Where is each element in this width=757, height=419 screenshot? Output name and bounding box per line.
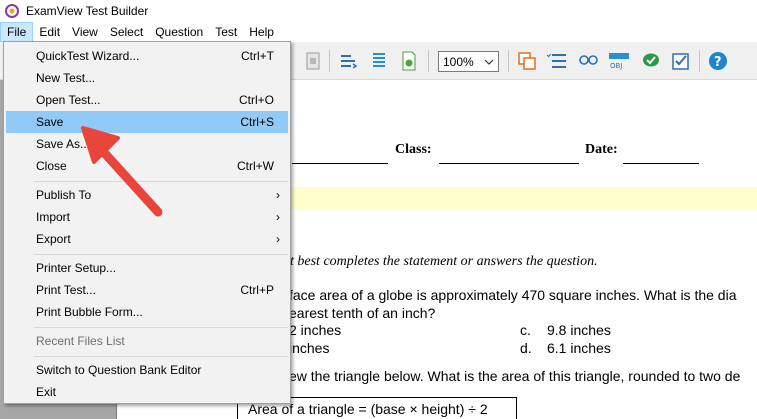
class-blank (439, 150, 579, 164)
menu-item-exit[interactable]: Exit (6, 381, 288, 403)
help-icon[interactable]: ? (707, 50, 729, 72)
file-menu-dropdown: QuickTest Wizard... Ctrl+T New Test... O… (3, 41, 291, 404)
menu-view[interactable]: View (66, 22, 104, 42)
menu-item-save-as[interactable]: Save As... (6, 133, 288, 155)
check-test-icon[interactable] (670, 50, 692, 72)
window-title: ExamView Test Builder (26, 4, 149, 18)
answer-d-text: 6.1 inches (547, 340, 611, 356)
menu-item-print-bubble-form[interactable]: Print Bubble Form... (6, 301, 288, 323)
menu-bar: File Edit View Select Question Test Help (0, 22, 757, 42)
feedback-icon[interactable] (640, 50, 662, 72)
submenu-arrow-icon: › (276, 188, 280, 202)
answer-d-letter: d. (520, 340, 532, 356)
menu-item-quicktest-wizard[interactable]: QuickTest Wizard... Ctrl+T (6, 45, 288, 67)
renumber-icon[interactable] (338, 50, 360, 72)
menu-separator (34, 254, 288, 255)
menu-separator (34, 356, 288, 357)
list-view-icon[interactable] (368, 50, 390, 72)
menu-item-export[interactable]: Export › (6, 228, 288, 250)
submenu-arrow-icon: › (276, 210, 280, 224)
menu-item-close[interactable]: Close Ctrl+W (6, 155, 288, 177)
instructions-text: at best completes the statement or answe… (283, 254, 598, 269)
menu-item-printer-setup[interactable]: Printer Setup... (6, 257, 288, 279)
answer-c-text: 9.8 inches (547, 322, 611, 338)
name-blank (292, 150, 388, 164)
menu-question[interactable]: Question (149, 22, 209, 42)
examview-app-icon (5, 4, 19, 18)
menu-separator (34, 327, 288, 328)
svg-text:OBJ: OBJ (610, 62, 622, 70)
copy-questions-icon[interactable] (516, 50, 538, 72)
menu-item-recent-files-list: Recent Files List (36, 334, 125, 348)
question-2-text[interactable]: ew the triangle below. What is the area … (289, 368, 740, 384)
page-view-icon[interactable] (302, 50, 324, 72)
menu-item-open-test[interactable]: Open Test... Ctrl+O (6, 89, 288, 111)
menu-item-new-test[interactable]: New Test... (6, 67, 288, 89)
svg-text:?: ? (714, 55, 722, 70)
answer-b-text: inches (289, 340, 330, 356)
date-label: Date: (585, 142, 618, 157)
title-bar: ExamView Test Builder (0, 0, 757, 22)
preview-icon[interactable] (578, 50, 600, 72)
menu-help[interactable]: Help (243, 22, 280, 42)
date-blank (623, 150, 699, 164)
menu-item-save[interactable]: Save Ctrl+S (6, 111, 288, 133)
menu-item-import[interactable]: Import › (6, 206, 288, 228)
question-1-text-cont[interactable]: earest tenth of an inch? (289, 305, 435, 321)
menu-select[interactable]: Select (104, 22, 149, 42)
menu-edit[interactable]: Edit (33, 22, 66, 42)
answer-c-letter: c. (520, 322, 531, 338)
class-label: Class: (395, 142, 432, 157)
menu-test[interactable]: Test (209, 22, 243, 42)
question-1-text[interactable]: face area of a globe is approximately 47… (289, 287, 736, 303)
menu-item-print-test[interactable]: Print Test... Ctrl+P (6, 279, 288, 301)
menu-separator (34, 181, 288, 182)
menu-file[interactable]: File (0, 22, 34, 42)
checklist-icon[interactable] (546, 50, 568, 72)
zoom-select[interactable]: 100% (438, 51, 499, 72)
menu-item-switch-to-question-bank-editor[interactable]: Switch to Question Bank Editor (6, 359, 288, 381)
submenu-arrow-icon: › (276, 232, 280, 246)
answer-a-text: 2 inches (289, 322, 342, 338)
objectives-icon[interactable]: OBJ (608, 50, 630, 72)
chevron-down-icon (484, 59, 494, 65)
menu-item-publish-to[interactable]: Publish To › (6, 184, 288, 206)
zoom-value: 100% (443, 54, 474, 69)
document-green-icon[interactable] (398, 50, 420, 72)
